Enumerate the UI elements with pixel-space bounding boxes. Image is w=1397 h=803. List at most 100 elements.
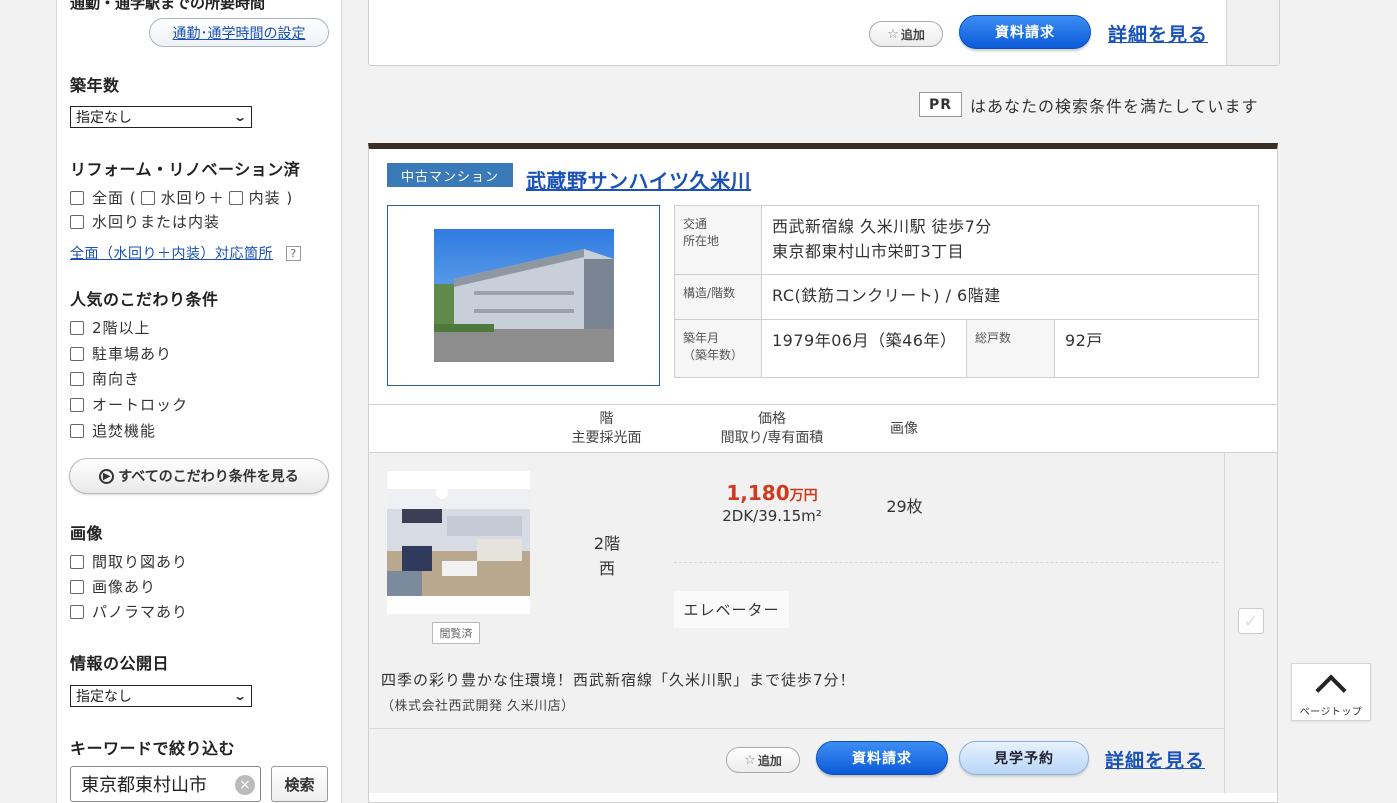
unit-price: 1,180万円 2DK/39.15m²: [687, 481, 857, 525]
search-filter-sidebar: 通勤・通学駅までの所要時間 通勤･通学時間の設定 築年数 指定なし ⌄ リフォー…: [56, 0, 342, 803]
layout-area: 2DK/39.15m²: [722, 507, 822, 525]
previous-listing-card: ☆ 追加 資料請求 詳細を見る: [368, 0, 1280, 66]
total-units-label: 総戸数: [966, 319, 1055, 378]
popular-item-checkbox[interactable]: [70, 371, 84, 386]
listing-card: 中古マンション 武蔵野サンハイツ久米川 交通 所在地 西武新宿線 久米川駅 徒歩…: [368, 143, 1278, 803]
reform-partial-checkbox[interactable]: [70, 214, 84, 229]
published-date-select-value: 指定なし: [76, 689, 132, 705]
reform-interior-label: 内装 ): [248, 189, 294, 207]
image-count: 29枚: [886, 497, 923, 516]
popular-item-label: 2階以上: [92, 319, 151, 337]
images-heading: 画像: [70, 524, 104, 543]
popular-item-label: 駐車場あり: [92, 345, 173, 363]
published-date-heading: 情報の公開日: [70, 654, 170, 673]
reform-full-checkbox[interactable]: [70, 190, 84, 205]
pr-notice: PR はあなたの検索条件を満たしています: [919, 92, 1259, 117]
popular-item: 南向き: [70, 368, 140, 389]
plus-circle-icon: ▶: [99, 468, 115, 484]
room-thumbnail[interactable]: [387, 471, 530, 614]
keyword-search-button[interactable]: 検索: [271, 766, 328, 802]
access-label: 交通 所在地: [674, 205, 762, 275]
unit-column-headers: 階 主要採光面 価格 間取り/専有面積 画像: [369, 404, 1277, 453]
published-date-select[interactable]: 指定なし ⌄: [70, 685, 252, 707]
property-photo[interactable]: [387, 205, 660, 386]
building-age-heading: 築年数: [70, 76, 120, 95]
image-column-header: 画像: [890, 421, 918, 437]
building-age-select[interactable]: 指定なし ⌄: [70, 106, 252, 128]
reform-help: 全面（水回り＋内装）対応箇所 ?: [70, 243, 301, 263]
add-favorite-button[interactable]: ☆ 追加: [869, 21, 943, 47]
reform-water-label: 水回り＋: [160, 189, 225, 207]
price-unit: 万円: [789, 488, 818, 504]
clear-icon[interactable]: ×: [235, 775, 255, 795]
building-exterior-image: [434, 229, 614, 362]
reform-partial-row: 水回りまたは内装: [70, 211, 220, 232]
request-docs-button[interactable]: 資料請求: [816, 741, 948, 775]
compare-checkbox[interactable]: ✓: [1238, 608, 1264, 634]
commute-heading: 通勤・通学駅までの所要時間: [70, 0, 266, 12]
popular-item: 駐車場あり: [70, 343, 172, 364]
reform-full-label: 全面 (: [92, 189, 137, 207]
popular-item: 追焚機能: [70, 420, 156, 441]
address-text: 東京都東村山市栄町3丁目: [772, 242, 965, 261]
reform-heading: リフォーム・リノベーション済: [70, 160, 301, 179]
add-favorite-label: 追加: [757, 753, 782, 768]
price-amount: 1,180: [726, 481, 790, 505]
chevron-down-icon: ⌄: [232, 110, 248, 124]
keyword-input-value: 東京都東村山市: [81, 775, 207, 796]
property-category-badge: 中古マンション: [387, 163, 513, 187]
structure-value: RC(鉄筋コンクリート) / 6階建: [761, 274, 1259, 320]
page-top-button[interactable]: ページトップ: [1291, 663, 1371, 721]
view-details-link[interactable]: 詳細を見る: [1105, 746, 1205, 773]
compare-check-column: ✓: [1224, 453, 1277, 793]
image-filter-label: 画像あり: [92, 578, 157, 596]
request-docs-button[interactable]: 資料請求: [959, 15, 1091, 49]
reform-water-checkbox[interactable]: [140, 190, 155, 205]
add-favorite-button[interactable]: ☆ 追加: [726, 747, 800, 773]
commute-time-settings-link[interactable]: 通勤･通学時間の設定: [149, 18, 329, 47]
building-age-select-value: 指定なし: [76, 110, 132, 126]
popular-item: 2階以上: [70, 317, 151, 338]
chevron-down-icon: ⌄: [232, 689, 248, 703]
unit-floor-value: 2階: [593, 534, 621, 553]
structure-label: 構造/階数: [674, 274, 762, 320]
image-filter-label: 間取り図あり: [92, 553, 189, 571]
popular-item-label: 追焚機能: [92, 422, 157, 440]
keyword-input[interactable]: 東京都東村山市 ×: [70, 766, 261, 802]
add-favorite-label: 追加: [900, 27, 925, 42]
view-details-link[interactable]: 詳細を見る: [1108, 20, 1208, 47]
all-conditions-button[interactable]: ▶ すべてのこだわり条件を見る: [69, 458, 329, 494]
unit-floor: 2階 西: [577, 531, 637, 581]
star-plus-icon: ☆: [887, 26, 899, 42]
popular-item-checkbox[interactable]: [70, 397, 84, 412]
popular-item-checkbox[interactable]: [70, 320, 84, 335]
popular-item-checkbox[interactable]: [70, 423, 84, 438]
popular-item-label: オートロック: [92, 396, 189, 414]
all-conditions-label: すべてのこだわり条件を見る: [118, 469, 299, 485]
popular-item: オートロック: [70, 394, 188, 415]
image-filter-item: 間取り図あり: [70, 551, 188, 572]
image-filter-label: パノラマあり: [92, 603, 189, 621]
scrollbar[interactable]: [1382, 0, 1397, 803]
popular-item-checkbox[interactable]: [70, 346, 84, 361]
property-title-link[interactable]: 武蔵野サンハイツ久米川: [526, 165, 751, 194]
pr-badge: PR: [919, 92, 962, 117]
pr-notice-text: はあなたの検索条件を満たしています: [970, 96, 1259, 116]
reform-interior-checkbox[interactable]: [228, 190, 243, 205]
image-filter-checkbox[interactable]: [70, 579, 84, 594]
image-filter-checkbox[interactable]: [70, 604, 84, 619]
built-value: 1979年06月（築46年）: [761, 319, 967, 378]
compare-check-column: [1226, 0, 1279, 65]
reserve-visit-button[interactable]: 見学予約: [959, 741, 1089, 775]
unit-description: 四季の彩り豊かな住環境！西武新宿線「久米川駅」まで徒歩7分！: [381, 671, 856, 689]
property-info-table: 交通 所在地 西武新宿線 久米川駅 徒歩7分 東京都東村山市栄町3丁目 構造/階…: [674, 205, 1259, 378]
divider: [674, 562, 1219, 563]
popular-conditions-heading: 人気のこだわり条件: [70, 290, 219, 309]
total-units-value: 92戸: [1054, 319, 1259, 378]
popular-item-label: 南向き: [92, 370, 141, 388]
image-filter-checkbox[interactable]: [70, 554, 84, 569]
help-icon[interactable]: ?: [285, 246, 301, 261]
unit-row[interactable]: 閲覧済 2階 西 1,180万円 2DK/39.15m² 29枚 エレベーター …: [369, 453, 1224, 728]
reform-partial-label: 水回りまたは内装: [92, 213, 221, 231]
reform-help-link[interactable]: 全面（水回り＋内装）対応箇所: [70, 246, 273, 262]
